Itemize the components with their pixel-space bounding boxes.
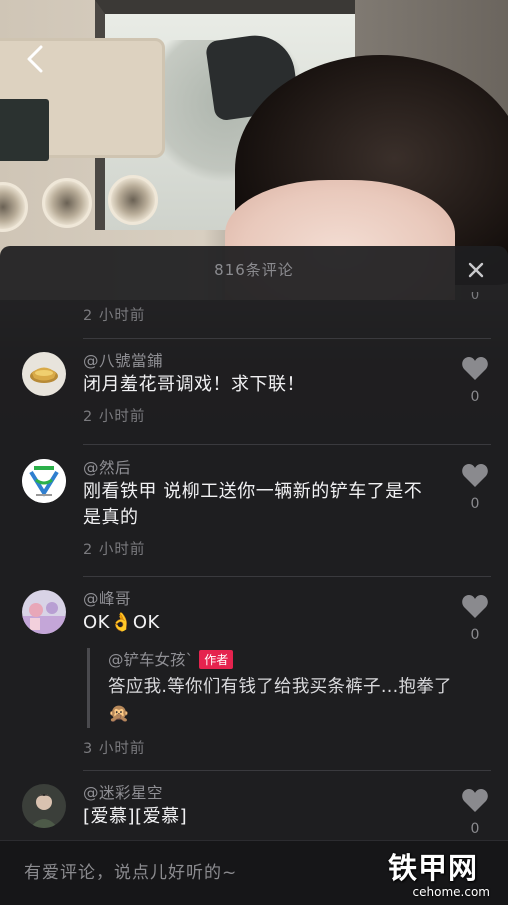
like-count: 0 [470, 627, 480, 643]
avatar[interactable] [22, 459, 66, 503]
lcd-display [0, 99, 49, 161]
back-button[interactable] [20, 44, 50, 74]
comment-time: 3 小时前 [83, 741, 146, 757]
air-vent [42, 178, 92, 228]
site-watermark: 铁甲网 cehome.com [388, 845, 498, 899]
comment-list[interactable]: 2 小时前 0 @八號當鋪 闭月羞花哥调戏！求下联！ 2 小时前 0 @然后 刚… [0, 292, 508, 840]
like-button[interactable]: 0 [458, 356, 492, 405]
heart-icon [462, 357, 488, 380]
comment-text: 闭月羞花哥调戏！求下联！ [83, 374, 305, 395]
like-button[interactable]: 0 [458, 463, 492, 512]
like-count: 0 [470, 821, 480, 837]
like-button[interactable]: 0 [458, 788, 492, 837]
reply-text: 答应我.等你们有钱了给我买条裤子...抱拳了🙊 [108, 677, 452, 724]
author-badge: 作者 [199, 649, 234, 669]
avatar-image [22, 352, 66, 396]
divider [83, 770, 491, 771]
close-button[interactable] [462, 258, 490, 282]
comment-item[interactable]: @然后 刚看铁甲 说柳工送你一辆新的铲车了是不是真的 2 小时前 0 [0, 459, 508, 589]
heart-icon [462, 789, 488, 812]
avatar-image [22, 459, 66, 503]
avatar-image [22, 784, 66, 828]
comment-text: OK👌OK [83, 612, 160, 633]
comment-count-title: 816条评论 [214, 261, 294, 279]
air-vent [108, 175, 158, 225]
comment-username[interactable]: @然后 [83, 456, 131, 478]
avatar[interactable] [22, 784, 66, 828]
chevron-left-icon [27, 45, 43, 73]
comment-time: 2 小时前 [83, 308, 146, 324]
author-reply[interactable]: @铲车女孩` 作者 答应我.等你们有钱了给我买条裤子...抱拳了🙊 [87, 648, 467, 728]
watermark-url: cehome.com [412, 885, 490, 899]
like-count: 0 [470, 389, 480, 405]
comment-text: [爱慕][爱慕] [83, 806, 188, 827]
heart-icon [462, 464, 488, 487]
heart-icon [462, 595, 488, 618]
comment-username[interactable]: @峰哥 [83, 587, 131, 609]
comment-sheet-header: 816条评论 [0, 246, 508, 292]
avatar[interactable] [22, 352, 66, 396]
divider [83, 444, 491, 445]
comment-username[interactable]: @八號當鋪 [83, 349, 163, 371]
comment-username[interactable]: @迷彩星空 [83, 781, 163, 803]
comment-time: 2 小时前 [83, 542, 146, 558]
comment-time: 2 小时前 [83, 409, 146, 425]
comment-item[interactable]: @八號當鋪 闭月羞花哥调戏！求下联！ 2 小时前 0 [0, 352, 508, 452]
comment-text: 刚看铁甲 说柳工送你一辆新的铲车了是不是真的 [83, 481, 423, 528]
comment-item[interactable]: @峰哥 OK👌OK @铲车女孩` 作者 答应我.等你们有钱了给我买条裤子...抱… [0, 590, 508, 775]
like-count: 0 [470, 292, 480, 303]
close-icon [468, 262, 484, 278]
like-button[interactable]: 0 [458, 594, 492, 643]
avatar[interactable] [22, 590, 66, 634]
like-count: 0 [470, 496, 480, 512]
avatar-image [22, 590, 66, 634]
watermark-logo-text: 铁甲网 [388, 851, 479, 885]
reply-header: @铲车女孩` 作者 [108, 648, 467, 670]
divider [83, 338, 491, 339]
comment-item[interactable]: @迷彩星空 [爱慕][爱慕] 0 [0, 784, 508, 840]
comment-sheet: 816条评论 2 小时前 0 @八號當鋪 闭月羞花哥调戏！求下联！ 2 小时前 … [0, 246, 508, 905]
reply-username[interactable]: @铲车女孩` [108, 648, 193, 670]
divider [83, 576, 491, 577]
comment-input[interactable] [24, 859, 364, 887]
